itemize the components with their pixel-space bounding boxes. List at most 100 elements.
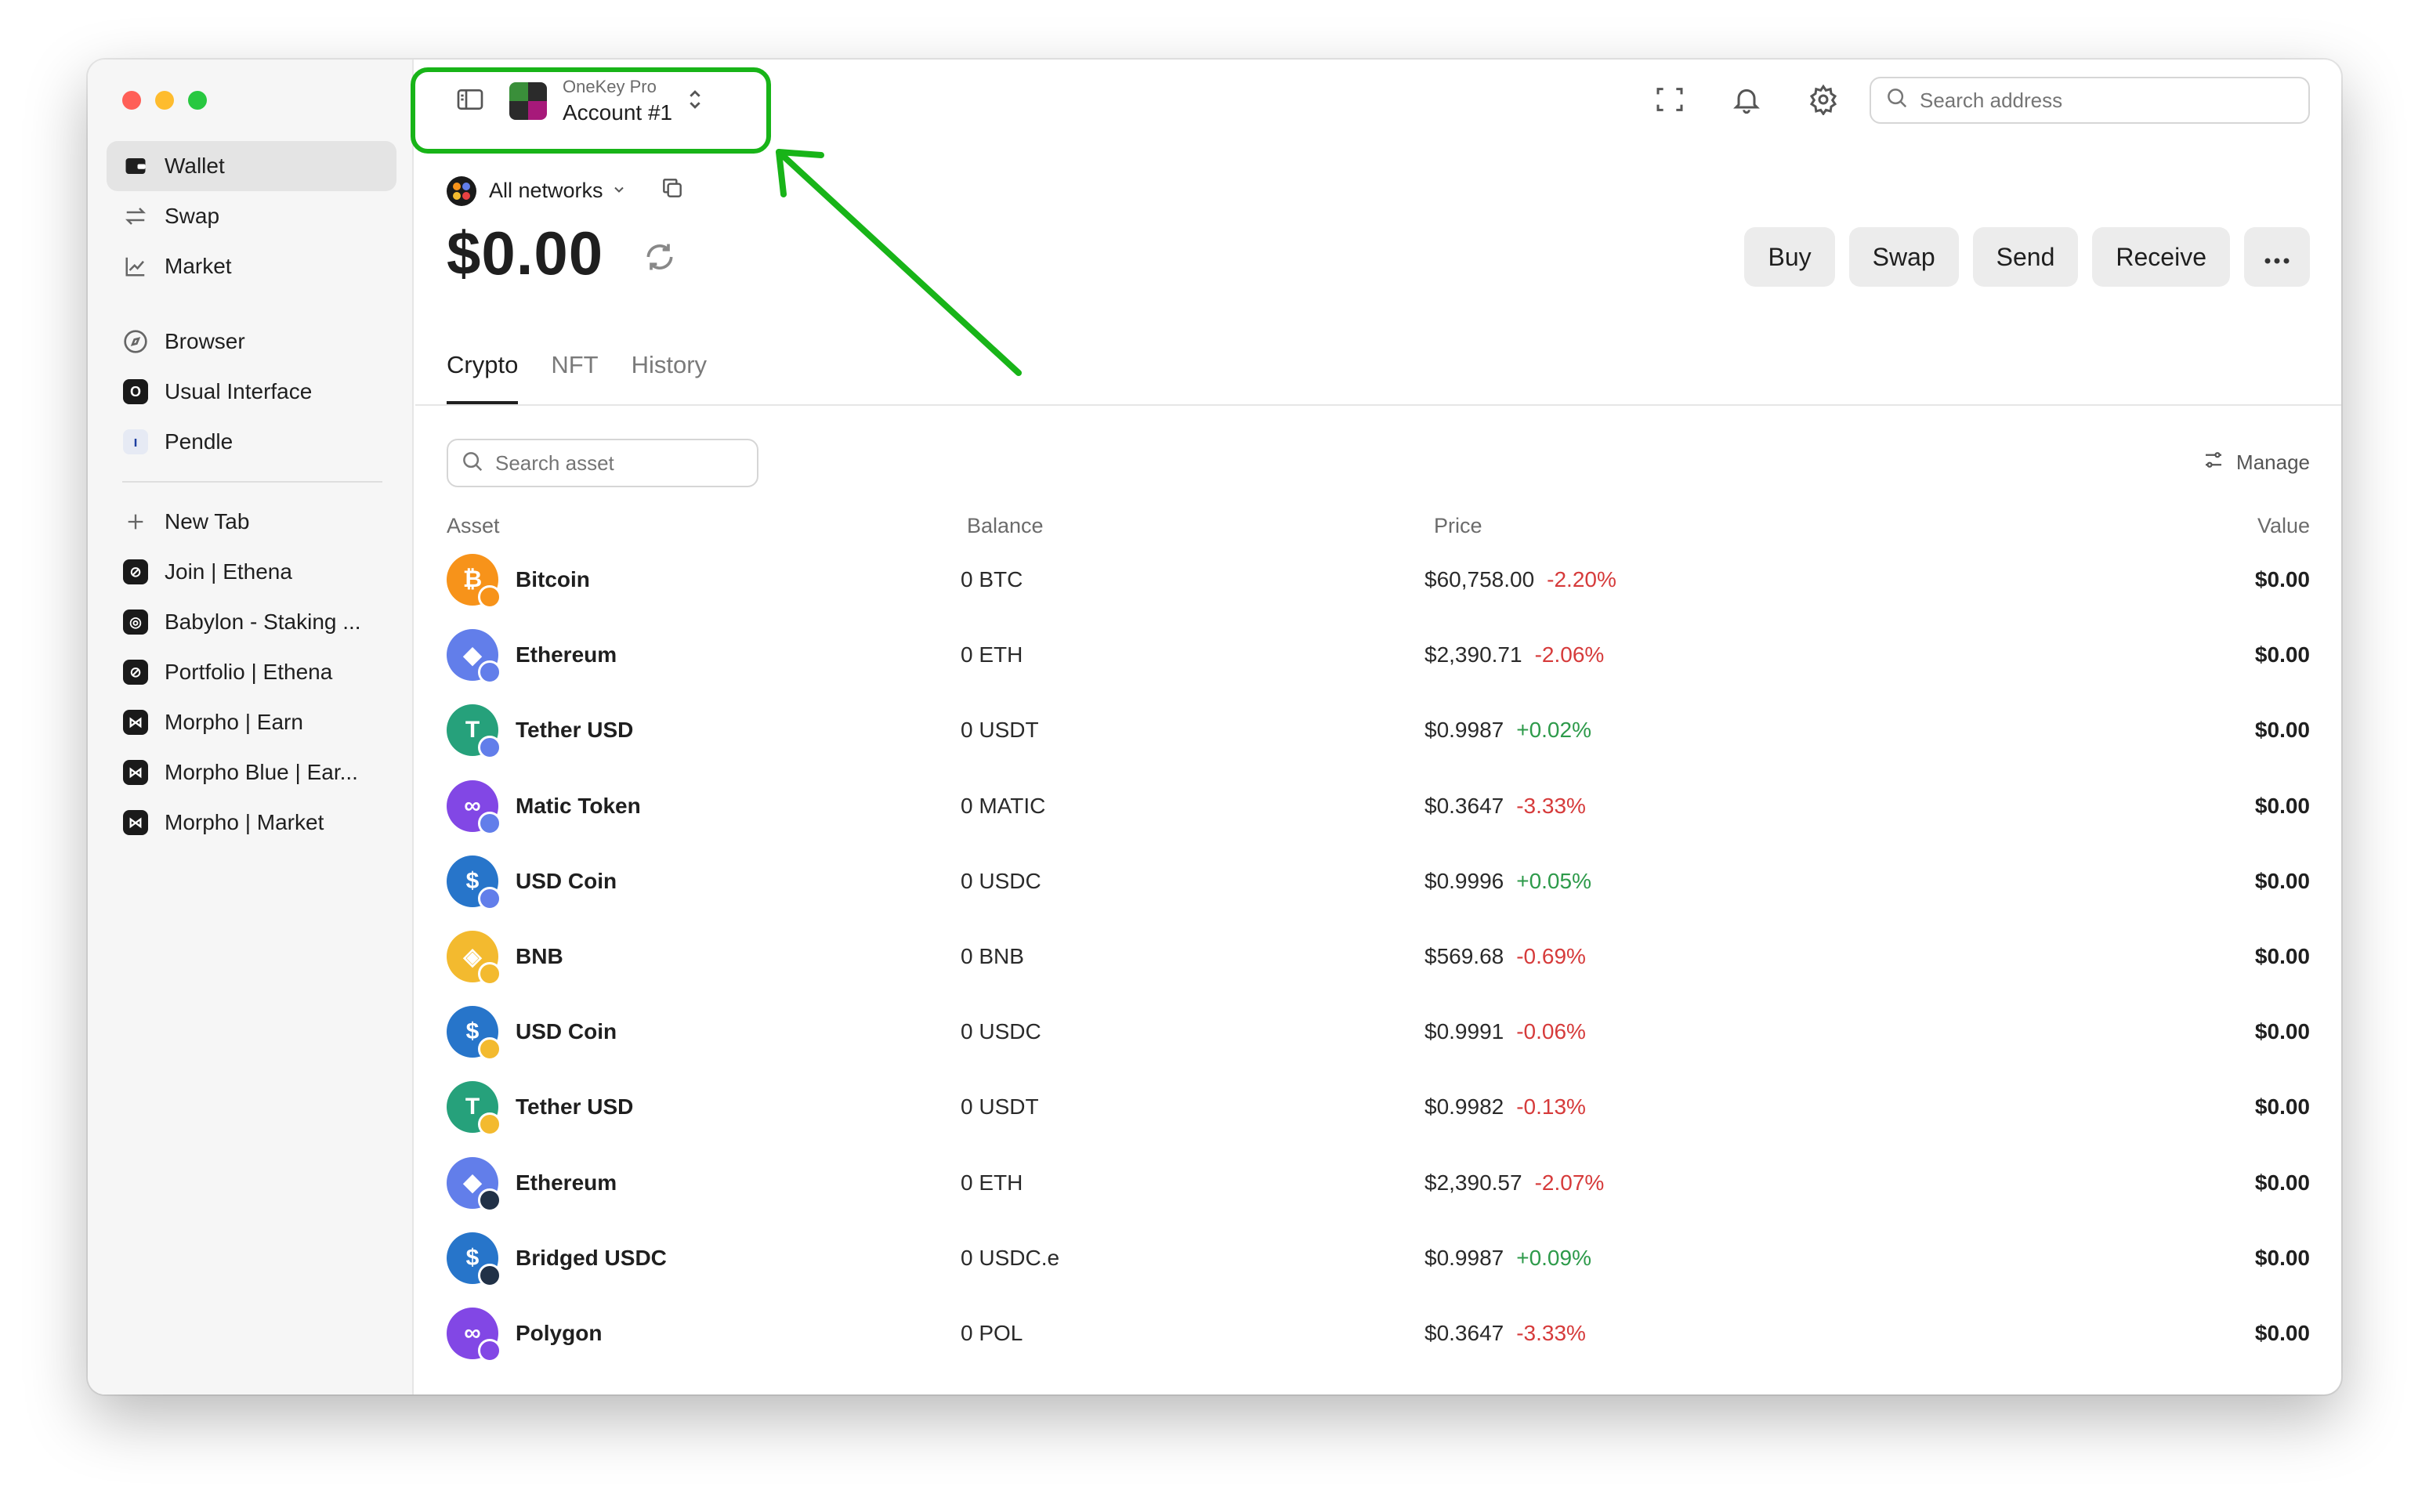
network-selector[interactable]: All networks xyxy=(447,175,685,206)
bell-icon[interactable] xyxy=(1730,83,1763,116)
search-icon xyxy=(461,450,484,477)
search-asset-field[interactable] xyxy=(447,439,758,487)
table-row[interactable]: T Tether USD 0 USDT $0.9982 -0.13% $0.00 xyxy=(447,1069,2310,1145)
sidebar-item-browser[interactable]: Browser xyxy=(107,317,396,367)
asset-name: USD Coin xyxy=(516,868,617,893)
chain-badge-icon xyxy=(478,886,501,910)
sidebar-item-tab[interactable]: ◎ Babylon - Staking ... xyxy=(107,597,396,647)
price-value: $0.3647 xyxy=(1424,1320,1504,1345)
sliders-icon xyxy=(2202,448,2225,477)
price-change: -2.20% xyxy=(1547,567,1616,592)
sidebar-item-label: Portfolio | Ethena xyxy=(165,660,333,684)
asset-balance: 0 BNB xyxy=(961,944,1024,969)
asset-balance: 0 BTC xyxy=(961,567,1023,592)
main-content: OneKey Pro Account #1 Search address All… xyxy=(411,60,2341,1394)
table-row[interactable]: ◆ Ethereum 0 ETH $2,390.71 -2.06% $0.00 xyxy=(447,617,2310,693)
table-row[interactable]: $ USD Coin 0 USDC $0.9991 -0.06% $0.00 xyxy=(447,994,2310,1069)
asset-value: $0.00 xyxy=(2254,944,2310,969)
coin-icon: ◆ xyxy=(447,1156,501,1212)
price-value: $2,390.71 xyxy=(1424,642,1522,667)
column-value: Value xyxy=(2257,514,2310,537)
sidebar-item-pendle[interactable]: ı Pendle xyxy=(107,417,396,467)
ethena-favicon: ⊘ xyxy=(122,559,149,585)
receive-button[interactable]: Receive xyxy=(2092,227,2230,287)
asset-tabs: Crypto NFT History xyxy=(447,351,707,405)
sidebar-item-usual-interface[interactable]: O Usual Interface xyxy=(107,367,396,417)
price-value: $0.9991 xyxy=(1424,1019,1504,1044)
minimize-window-button[interactable] xyxy=(155,91,174,110)
column-price: Price xyxy=(1434,514,1482,537)
buy-button[interactable]: Buy xyxy=(1744,227,1835,287)
table-row[interactable]: ∞ Matic Token 0 MATIC $0.3647 -3.33% $0.0… xyxy=(447,769,2310,844)
chain-badge-icon xyxy=(478,585,501,610)
asset-balance: 0 ETH xyxy=(961,642,1023,667)
sidebar-item-tab[interactable]: ⊘ Portfolio | Ethena xyxy=(107,647,396,697)
asset-value: $0.00 xyxy=(2254,642,2310,667)
asset-name: BNB xyxy=(516,944,563,969)
sidebar-item-wallet[interactable]: Wallet xyxy=(107,141,396,191)
asset-value: $0.00 xyxy=(2254,567,2310,592)
babylon-favicon: ◎ xyxy=(122,609,149,635)
asset-price: $0.9991 -0.06% xyxy=(1424,1019,1586,1044)
chain-badge-icon xyxy=(478,962,501,986)
asset-balance: 0 USDC xyxy=(961,1019,1041,1044)
asset-price: $2,390.57 -2.07% xyxy=(1424,1170,1604,1195)
asset-price: $2,390.71 -2.06% xyxy=(1424,642,1604,667)
asset-price: $0.3647 -3.33% xyxy=(1424,794,1586,819)
close-window-button[interactable] xyxy=(122,91,141,110)
maximize-window-button[interactable] xyxy=(188,91,207,110)
tab-crypto[interactable]: Crypto xyxy=(447,351,519,405)
refresh-icon[interactable] xyxy=(643,240,677,278)
search-address-field[interactable] xyxy=(1870,77,2310,124)
copy-icon[interactable] xyxy=(660,175,685,206)
sidebar-item-new-tab[interactable]: New Tab xyxy=(107,497,396,547)
asset-name: USD Coin xyxy=(516,1019,617,1044)
price-change: -2.07% xyxy=(1534,1170,1605,1195)
table-row[interactable]: ◈ BNB 0 BNB $569.68 -0.69% $0.00 xyxy=(447,919,2310,994)
swap-arrows-icon xyxy=(122,203,149,230)
price-value: $2,390.57 xyxy=(1424,1170,1522,1195)
send-button[interactable]: Send xyxy=(1972,227,2079,287)
sidebar-item-tab[interactable]: ⋈ Morpho Blue | Ear... xyxy=(107,747,396,798)
table-row[interactable]: ∞ Polygon 0 POL $0.3647 -3.33% $0.00 xyxy=(447,1296,2310,1371)
tab-history[interactable]: History xyxy=(632,351,707,405)
price-value: $0.9987 xyxy=(1424,1245,1504,1270)
sidebar-item-market[interactable]: Market xyxy=(107,241,396,291)
table-row[interactable]: $ USD Coin 0 USDC $0.9996 +0.05% $0.00 xyxy=(447,844,2310,919)
price-change: +0.02% xyxy=(1516,718,1591,743)
sidebar-item-tab[interactable]: ⋈ Morpho | Earn xyxy=(107,697,396,747)
asset-balance: 0 MATIC xyxy=(961,793,1046,818)
morpho-favicon: ⋈ xyxy=(122,759,149,786)
table-row[interactable]: ₿ Bitcoin 0 BTC $60,758.00 -2.20% $0.00 xyxy=(447,542,2310,617)
sidebar-divider xyxy=(122,481,382,483)
coin-icon: $ xyxy=(447,1232,501,1287)
price-change: +0.05% xyxy=(1516,868,1591,893)
swap-button[interactable]: Swap xyxy=(1848,227,1959,287)
coin-icon: $ xyxy=(447,855,501,910)
search-address-input[interactable] xyxy=(1920,88,2280,113)
scan-icon[interactable] xyxy=(1653,83,1686,116)
chain-badge-icon xyxy=(478,1263,501,1287)
sidebar-item-tab[interactable]: ⊘ Join | Ethena xyxy=(107,547,396,597)
gear-icon[interactable] xyxy=(1807,83,1840,116)
column-balance: Balance xyxy=(967,514,1044,537)
asset-balance: 0 USDT xyxy=(961,718,1039,743)
more-button[interactable] xyxy=(2244,227,2310,287)
tab-nft[interactable]: NFT xyxy=(551,351,598,405)
asset-price: $0.9982 -0.13% xyxy=(1424,1094,1586,1120)
price-value: $0.3647 xyxy=(1424,793,1504,818)
asset-name: Bridged USDC xyxy=(516,1245,667,1270)
chain-badge-icon xyxy=(478,811,501,835)
asset-value: $0.00 xyxy=(2254,1245,2310,1270)
search-asset-input[interactable] xyxy=(495,450,754,476)
sidebar-item-tab[interactable]: ⋈ Morpho | Market xyxy=(107,798,396,848)
sidebar-item-label: Swap xyxy=(165,204,220,228)
table-row[interactable]: T Tether USD 0 USDT $0.9987 +0.02% $0.00 xyxy=(447,693,2310,768)
asset-value: $0.00 xyxy=(2254,793,2310,818)
asset-balance: 0 POL xyxy=(961,1320,1023,1345)
sidebar-item-swap[interactable]: Swap xyxy=(107,191,396,241)
table-row[interactable]: ◆ Ethereum 0 ETH $2,390.57 -2.07% $0.00 xyxy=(447,1145,2310,1221)
manage-button[interactable]: Manage xyxy=(2202,448,2310,477)
table-row[interactable]: $ Bridged USDC 0 USDC.e $0.9987 +0.09% $0… xyxy=(447,1221,2310,1296)
asset-name: Bitcoin xyxy=(516,567,590,592)
